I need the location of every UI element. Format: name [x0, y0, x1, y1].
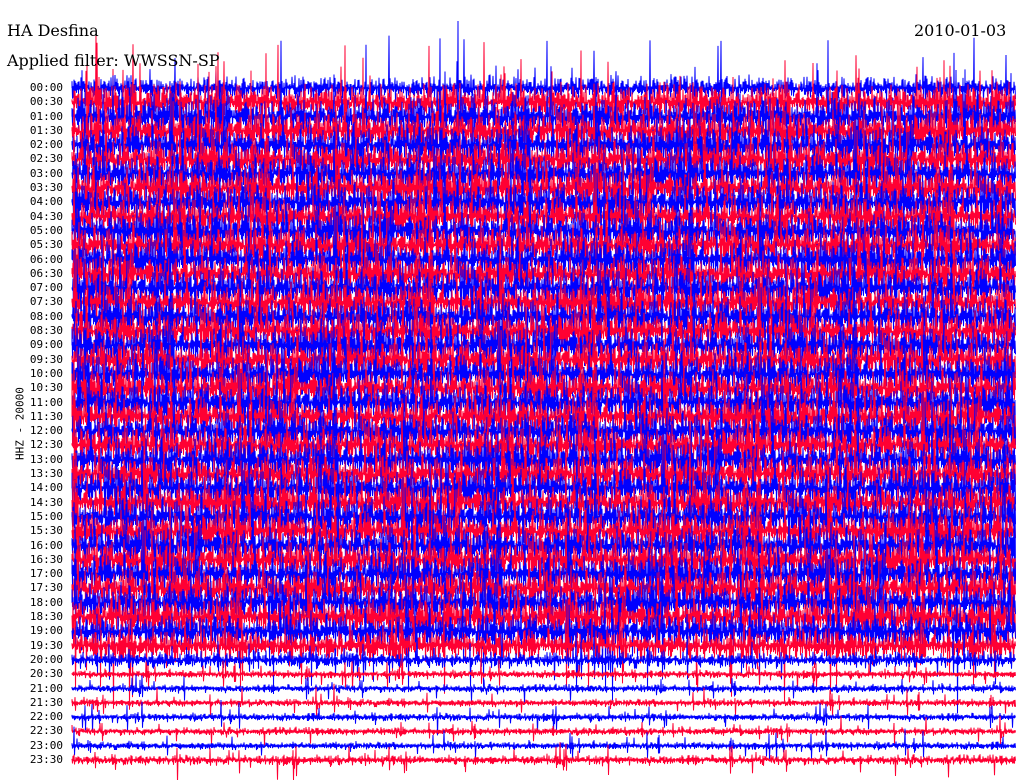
helicorder-plot [71, 20, 1016, 780]
filter-label: Applied filter: WWSSN-SP [7, 51, 220, 70]
station-title: HA Desfina [7, 21, 99, 40]
date-label: 2010-01-03 [914, 21, 1007, 40]
trace-2100 [71, 674, 1016, 703]
